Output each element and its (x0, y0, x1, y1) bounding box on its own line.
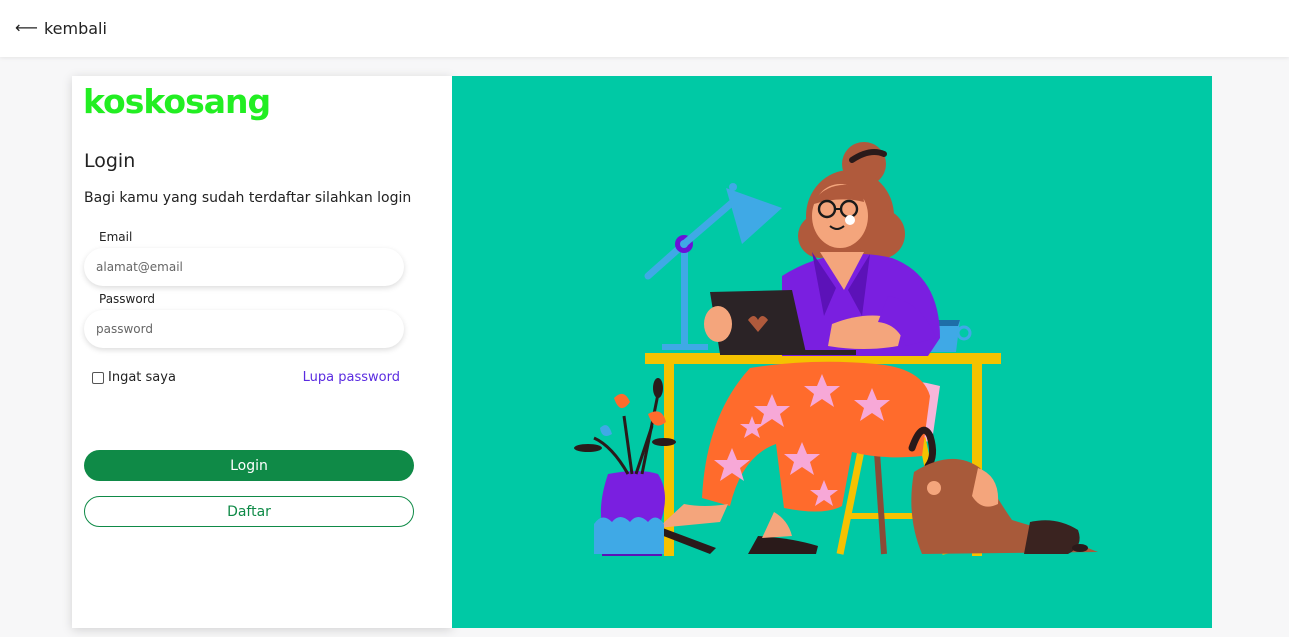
login-card: koskosang Login Bagi kamu yang sudah ter… (72, 76, 452, 628)
login-button[interactable]: Login (84, 450, 414, 481)
remember-me[interactable]: Ingat saya (92, 370, 176, 385)
email-field[interactable] (84, 248, 404, 286)
email-label: Email (99, 230, 133, 244)
logo: koskosang (83, 82, 271, 121)
page-subtitle: Bagi kamu yang sudah terdaftar silahkan … (84, 190, 412, 206)
remember-label: Ingat saya (108, 370, 176, 385)
page-title: Login (84, 150, 136, 172)
top-bar: ⟵ kembali (0, 0, 1289, 57)
dog (908, 426, 1098, 554)
register-button[interactable]: Daftar (84, 496, 414, 527)
password-label: Password (99, 292, 156, 306)
desk-illustration (574, 142, 1098, 556)
back-label: kembali (43, 18, 107, 38)
back-link[interactable]: ⟵ kembali (15, 18, 107, 38)
remember-checkbox[interactable] (92, 371, 104, 384)
password-field[interactable] (84, 310, 404, 348)
hero-illustration (452, 76, 1212, 628)
flower-vase (574, 378, 676, 556)
forgot-password-link[interactable]: Lupa password (303, 370, 400, 385)
arrow-left-icon: ⟵ (15, 18, 38, 37)
